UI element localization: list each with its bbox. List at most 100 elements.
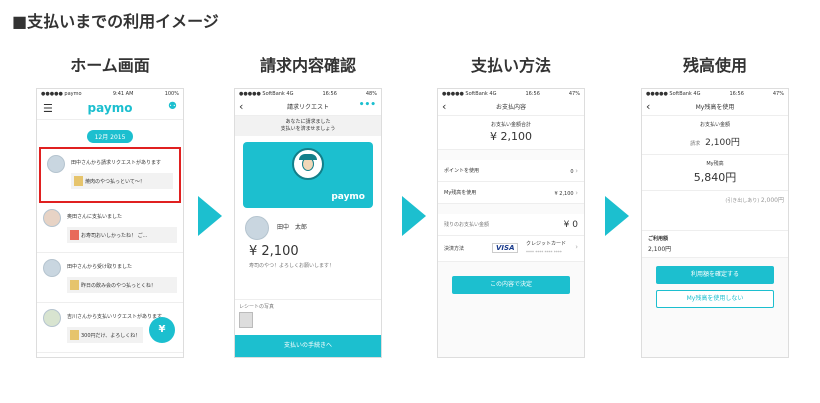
nav-title: My残高を使用 bbox=[695, 104, 735, 111]
remaining-balance: 2,000円 bbox=[760, 197, 784, 204]
carrier: ●●●●● SoftBank 4G bbox=[646, 90, 701, 97]
requester-avatar bbox=[245, 216, 269, 240]
status-bar: ●●●●● SoftBank 4G 16:56 47% bbox=[642, 89, 788, 98]
feed-text: 田中さんから受け取りました bbox=[67, 264, 133, 270]
feed-text: 奥田さんに支払いました bbox=[67, 214, 123, 220]
card-number: **** **** **** **** bbox=[526, 250, 562, 255]
avatar bbox=[47, 155, 65, 173]
flow-arrow-1 bbox=[198, 196, 222, 236]
status-bar: ●●●●● SoftBank 4G 16:56 48% bbox=[235, 89, 381, 98]
nav-title: お支払内容 bbox=[495, 104, 526, 111]
back-icon[interactable]: ‹ bbox=[646, 100, 650, 113]
carrier: ●●●●● SoftBank 4G bbox=[442, 90, 497, 97]
sticker-icon bbox=[70, 330, 79, 340]
balance-label: My残高 bbox=[706, 161, 724, 167]
receipt-label: レシートの写真 bbox=[239, 304, 275, 310]
use-balance-row[interactable]: My残高を使用 ¥ 2,100 › bbox=[438, 182, 584, 204]
battery: 47% bbox=[568, 90, 580, 97]
app-header: ☰ paymo ⚉ bbox=[37, 98, 183, 120]
pay-fab-button[interactable]: ¥ bbox=[149, 317, 175, 343]
date-badge: 12月 2015 bbox=[86, 130, 134, 143]
nav-bar: ‹ My残高を使用 bbox=[642, 98, 788, 116]
message-bubble: 焼肉のやつ払っといて〜！ bbox=[71, 173, 173, 189]
avatar bbox=[43, 259, 61, 277]
pay-prefix: 請求 bbox=[690, 141, 701, 147]
battery: 47% bbox=[772, 90, 784, 97]
chevron-right-icon: › bbox=[575, 166, 578, 175]
receipt-thumbnail[interactable] bbox=[239, 312, 253, 328]
row-label: ポイントを使用 bbox=[444, 168, 480, 174]
card-logo: paymo bbox=[331, 192, 365, 202]
flow-arrow-3 bbox=[605, 196, 629, 236]
remaining-amount: ¥ 0 bbox=[563, 219, 578, 230]
page-title: ■支払いまでの利用イメージ bbox=[12, 12, 219, 31]
carrier: ●●●●● SoftBank 4G bbox=[239, 90, 294, 97]
profile-icon[interactable]: ⚉ bbox=[168, 101, 177, 112]
row-label: 決済方法 bbox=[444, 246, 465, 252]
request-intro: あなたに請求ました 支払いを済ませましょう bbox=[235, 116, 381, 136]
payment-method-row[interactable]: 決済方法 VISA クレジットカード **** **** **** **** › bbox=[438, 236, 584, 262]
pay-amount: 2,100円 bbox=[705, 138, 740, 148]
total-amount: ¥ 2,100 bbox=[490, 130, 532, 143]
confirm-amount-button[interactable]: 利用額を確定する bbox=[656, 266, 774, 284]
avatar bbox=[43, 209, 61, 227]
feed-item[interactable]: 田中さんから受け取りました 昨日の飲み会のやつ払っとくね！ bbox=[37, 253, 183, 303]
row-value: 0 bbox=[570, 168, 574, 175]
remaining-prefix: (引き出しあり) bbox=[725, 198, 760, 204]
sticker-icon bbox=[70, 230, 79, 240]
phone-home-screen: ●●●●● paymo 9:41 AM 100% ☰ paymo ⚉ 12月 2… bbox=[36, 88, 184, 358]
app-logo: paymo bbox=[87, 101, 133, 115]
visa-icon: VISA bbox=[492, 243, 519, 253]
clock: 16:56 bbox=[729, 90, 744, 97]
chevron-right-icon: › bbox=[575, 243, 578, 251]
more-icon[interactable]: ••• bbox=[359, 100, 376, 110]
feed-item[interactable]: 奥田さんに支払いました お寿司おいしかったね！ ご... bbox=[37, 203, 183, 253]
status-bar: ●●●●● SoftBank 4G 16:56 47% bbox=[438, 89, 584, 98]
confirm-payment-button[interactable]: この内容で決定 bbox=[452, 276, 570, 294]
sticker-icon bbox=[70, 280, 79, 290]
proceed-payment-button[interactable]: 支払いの手続きへ bbox=[235, 335, 381, 357]
step-label-payment: 支払い方法 bbox=[470, 56, 551, 75]
request-card: paymo bbox=[243, 142, 373, 208]
use-points-row[interactable]: ポイントを使用 0 › bbox=[438, 160, 584, 182]
request-message: 寿司のやつ！よろしくお願いします！ bbox=[249, 263, 335, 269]
clock: 16:56 bbox=[322, 90, 337, 97]
clock: 9:41 AM bbox=[112, 90, 134, 97]
phone-payment-screen: ●●●●● SoftBank 4G 16:56 47% ‹ お支払内容 お支払い… bbox=[437, 88, 585, 358]
total-label: お支払い金額合計 bbox=[490, 122, 531, 128]
step-label-balance: 残高使用 bbox=[682, 56, 747, 75]
step-label-home: ホーム画面 bbox=[70, 56, 150, 75]
requester-name: 田中 太郎 bbox=[277, 224, 308, 231]
character-illustration bbox=[292, 148, 324, 180]
feed-text: 田中さんから請求リクエストがあります bbox=[71, 160, 162, 166]
balance-remaining-panel: (引き出しあり) 2,000円 bbox=[642, 191, 788, 231]
feed-text: 吉川さんから支払いリクエストがあります bbox=[67, 314, 163, 320]
sticker-icon bbox=[74, 176, 83, 186]
nav-bar: ‹ 請求リクエスト ••• bbox=[235, 98, 381, 116]
feed-item[interactable]: 田中さんから請求リクエストがあります 焼肉のやつ払っといて〜！ bbox=[39, 147, 181, 203]
pay-label: お支払い金額 bbox=[699, 122, 730, 128]
battery: 48% bbox=[365, 90, 377, 97]
flow-arrow-2 bbox=[402, 196, 426, 236]
use-amount-input[interactable]: 2,100円 bbox=[648, 244, 782, 253]
step-label-request: 請求内容確認 bbox=[259, 56, 356, 75]
message-bubble: お寿司おいしかったね！ ご... bbox=[67, 227, 177, 243]
chevron-right-icon: › bbox=[575, 188, 578, 197]
status-bar: ●●●●● paymo 9:41 AM 100% bbox=[37, 89, 183, 98]
message-bubble: 300円だけ、よろしくね！ bbox=[67, 327, 143, 343]
remaining-label: 残りのお支払い金額 bbox=[444, 222, 490, 228]
message-bubble: 昨日の飲み会のやつ払っとくね！ bbox=[67, 277, 177, 293]
avatar bbox=[43, 309, 61, 327]
carrier: ●●●●● paymo bbox=[41, 90, 82, 97]
nav-title: 請求リクエスト bbox=[286, 104, 329, 111]
balance-amount: 5,840円 bbox=[693, 171, 737, 184]
request-amount: ¥ 2,100 bbox=[249, 244, 299, 259]
phone-request-screen: ●●●●● SoftBank 4G 16:56 48% ‹ 請求リクエスト ••… bbox=[234, 88, 382, 358]
battery: 100% bbox=[164, 90, 179, 97]
card-name: クレジットカード bbox=[526, 241, 567, 247]
phone-balance-screen: ●●●●● SoftBank 4G 16:56 47% ‹ My残高を使用 お支… bbox=[641, 88, 789, 358]
back-icon[interactable]: ‹ bbox=[239, 100, 243, 113]
row-label: My残高を使用 bbox=[444, 190, 477, 196]
skip-balance-button[interactable]: My残高を使用しない bbox=[656, 290, 774, 308]
back-icon[interactable]: ‹ bbox=[442, 100, 446, 113]
